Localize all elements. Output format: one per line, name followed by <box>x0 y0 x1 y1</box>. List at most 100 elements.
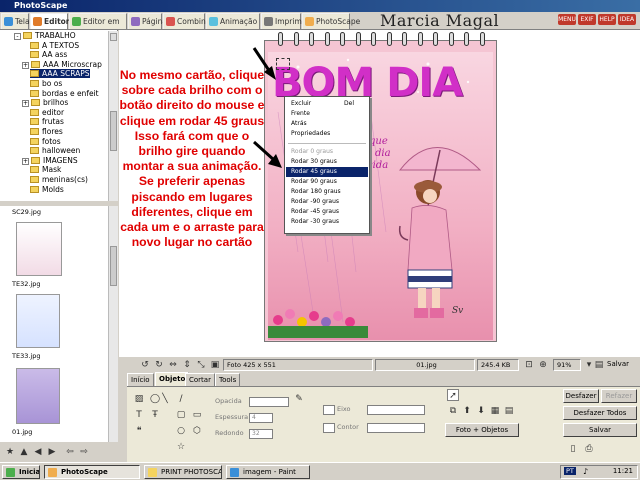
menu-item-rodar-90-graus[interactable]: Rodar 90 graus <box>286 177 368 187</box>
tree-item[interactable]: meninas(cs) <box>30 175 88 184</box>
menu-item-rodar-90-graus[interactable]: Rodar -90 graus <box>286 197 368 207</box>
color-swatch-1[interactable] <box>323 405 335 415</box>
save-button[interactable]: Salvar <box>563 423 637 437</box>
roundness-input[interactable]: 32 <box>249 429 273 439</box>
tab-tela[interactable]: Tela <box>1 13 30 29</box>
align-icon[interactable]: ▤ <box>503 405 515 417</box>
curve-icon[interactable]: ∕ <box>175 393 187 405</box>
flip-vertical-icon[interactable]: ⇕ <box>181 359 193 371</box>
zoom-fit-icon[interactable]: ⊕ <box>537 359 549 371</box>
tree-item[interactable]: - TRABALHO <box>14 31 76 40</box>
subtab-cortar[interactable]: Cortar <box>185 373 215 386</box>
copy-object-icon[interactable]: ⧉ <box>447 405 459 417</box>
menu-item-rodar-45-graus[interactable]: Rodar -45 graus <box>286 207 368 217</box>
tree-item[interactable]: flores <box>30 127 63 136</box>
sparkle-selection[interactable] <box>276 58 290 70</box>
tab-editor[interactable]: Editor <box>30 13 70 29</box>
line-icon[interactable]: ╲ <box>159 393 171 405</box>
tree-item[interactable]: halloween <box>30 146 80 155</box>
menu-button[interactable]: MENU <box>558 14 576 25</box>
group-icon[interactable]: ▦ <box>489 405 501 417</box>
polygon-icon[interactable]: ⬡ <box>191 425 203 437</box>
text-style-icon[interactable]: Ŧ <box>149 409 161 421</box>
undo-button[interactable]: Desfazer <box>563 389 599 403</box>
bring-front-icon[interactable]: ⬆ <box>461 405 473 417</box>
back-icon[interactable]: ◀ <box>32 446 44 458</box>
thumbnail-image[interactable] <box>16 294 60 348</box>
girl-with-umbrella-illustration[interactable] <box>380 130 490 330</box>
tree-item[interactable]: bordas e enfeit <box>30 89 99 98</box>
print-icon[interactable]: ⎙ <box>583 443 595 455</box>
tab-anima-o-gif[interactable]: Animação GIF <box>206 13 260 41</box>
tree-item[interactable]: editor <box>30 108 64 117</box>
star-shape-icon[interactable]: ☆ <box>175 441 187 453</box>
expand-icon[interactable]: + <box>22 157 29 165</box>
opacity-slider[interactable] <box>249 397 289 407</box>
resize-icon[interactable]: ⤡ <box>195 359 207 371</box>
idea-button[interactable]: IDEA <box>618 14 636 25</box>
menu-item-rodar-30-graus[interactable]: Rodar -30 graus <box>286 217 368 227</box>
taskbar-item-print-photoscape[interactable]: PRINT PHOTOSCAPE <box>144 465 222 479</box>
thumbnail-image[interactable] <box>16 222 62 276</box>
menu-item-rodar-0-graus[interactable]: Rodar 0 graus <box>286 147 368 157</box>
actual-size-icon[interactable]: ⊡ <box>523 359 535 371</box>
folder-tree-scrollbar[interactable] <box>108 31 118 201</box>
thumbnail-list[interactable]: SC29.jpg TE32.jpg TE33.jpg 01.jpg <box>0 206 108 442</box>
tab-p-gina[interactable]: Página <box>128 13 167 29</box>
thumbnail-scrollbar[interactable] <box>108 206 118 442</box>
tree-item[interactable]: Mask <box>30 165 61 174</box>
forward-arrow-icon[interactable]: ⇨ <box>78 446 90 458</box>
tree-item[interactable]: Molds <box>30 185 64 194</box>
rotate-left-icon[interactable]: ↺ <box>139 359 151 371</box>
border-checkbox[interactable]: Eixo <box>337 405 351 413</box>
start-button[interactable]: Iniciar <box>2 465 40 479</box>
crop-icon[interactable]: ▣ <box>209 359 221 371</box>
menu-item-atr-s[interactable]: Atrás <box>286 119 368 129</box>
tab-editor-em-lotes[interactable]: Editor em lotes <box>69 13 127 41</box>
help-button[interactable]: HELP <box>598 14 616 25</box>
tree-item[interactable]: + AAA Microscrap <box>22 60 102 69</box>
collapse-icon[interactable]: - <box>14 33 21 40</box>
fill-checkbox[interactable]: Contor <box>337 423 359 431</box>
tree-item[interactable]: AA ass <box>30 50 67 59</box>
rounded-rectangle-icon[interactable]: ▭ <box>191 409 203 421</box>
photo-objects-button[interactable]: Foto + Objetos <box>445 423 519 437</box>
tree-item[interactable]: frutas <box>30 117 64 126</box>
language-indicator[interactable]: PT <box>564 467 576 475</box>
tree-item[interactable]: + IMAGENS <box>22 156 78 165</box>
subtab-tools[interactable]: Tools <box>215 373 241 386</box>
text-icon[interactable]: T <box>133 409 145 421</box>
rotate-right-icon[interactable]: ↻ <box>153 359 165 371</box>
status-save-label[interactable]: Salvar <box>607 360 629 368</box>
flip-icon[interactable]: ⇔ <box>167 359 179 371</box>
folder-up-icon[interactable]: ▲ <box>18 446 30 458</box>
fill-style-select[interactable] <box>367 423 425 433</box>
rectangle-icon[interactable]: ▢ <box>175 409 187 421</box>
menu-item-frente[interactable]: Frente <box>286 109 368 119</box>
undo-all-button[interactable]: Desfazer Todos <box>563 406 637 420</box>
taskbar-item-photoscape[interactable]: PhotoScape <box>44 465 140 479</box>
volume-icon[interactable]: ♪ <box>583 467 588 476</box>
expand-icon[interactable]: + <box>22 100 29 108</box>
circle-icon[interactable]: ○ <box>175 425 187 437</box>
select-pointer-icon[interactable]: ➚ <box>447 389 459 401</box>
menu-item-rodar-180-graus[interactable]: Rodar 180 graus <box>286 187 368 197</box>
expand-icon[interactable]: + <box>22 61 29 69</box>
thumbnail-image[interactable] <box>16 368 60 424</box>
tree-item[interactable]: AAA SCRAPS <box>30 69 90 79</box>
redo-button[interactable]: Refazer <box>601 389 637 403</box>
star-icon[interactable]: ★ <box>4 446 16 458</box>
tree-item[interactable]: fotos <box>30 137 61 146</box>
new-page-icon[interactable]: ▯ <box>567 443 579 455</box>
quote-icon[interactable]: ❝ <box>133 425 145 437</box>
send-back-icon[interactable]: ⬇ <box>475 405 487 417</box>
eyedropper-icon[interactable]: ✎ <box>293 393 305 405</box>
save-icon[interactable]: ▤ <box>593 359 605 371</box>
menu-item-propriedades[interactable]: Propriedades <box>286 129 368 139</box>
tab-combine[interactable]: Combine <box>163 13 210 29</box>
folder-tree[interactable]: - TRABALHO A TEXTOS AA ass + AAA Microscrap AA… <box>0 31 108 201</box>
menu-item-excluir[interactable]: Excluir Del <box>286 99 368 109</box>
tree-item[interactable]: bo os <box>30 79 62 88</box>
thickness-input[interactable]: 4 <box>249 413 273 423</box>
color-swatch-2[interactable] <box>323 423 335 433</box>
